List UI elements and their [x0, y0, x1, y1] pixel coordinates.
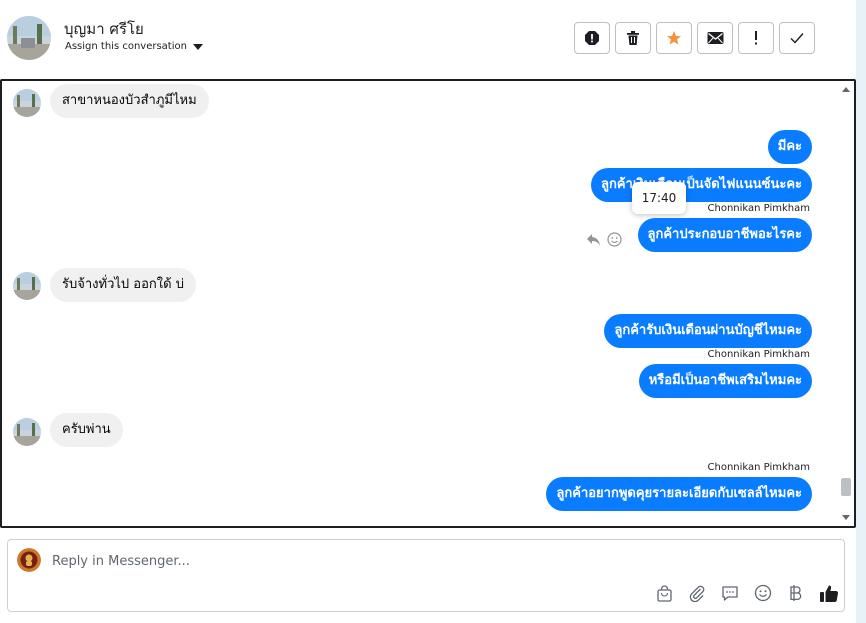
outgoing-message[interactable]: หรือมีเป็นอาชีพเสริมไหมคะ [638, 364, 812, 398]
star-button[interactable] [656, 22, 692, 54]
saved-reply-icon[interactable] [719, 582, 741, 604]
contact-avatar-small [13, 418, 41, 446]
thread-scrollbar[interactable] [838, 81, 854, 526]
assign-conversation-dropdown[interactable]: Assign this conversation [65, 41, 203, 52]
outgoing-message[interactable]: มีคะ [767, 130, 812, 164]
trash-icon [627, 31, 639, 45]
react-emoji-icon[interactable] [607, 232, 622, 247]
outgoing-message[interactable]: ลูกค้าเงินเดือนเป็นจัดไฟแนนซ์นะคะ [591, 168, 812, 202]
page-avatar [17, 548, 41, 572]
exclamation-icon [755, 31, 757, 45]
star-icon [667, 31, 681, 45]
incoming-message[interactable]: สาขาหนองบัวสำภูมีไหม [50, 84, 209, 118]
mark-unread-button[interactable] [697, 22, 733, 54]
incoming-message[interactable]: รับจ้างทั่วไป ออกใด้ บ่ [50, 268, 196, 302]
paperclip-icon[interactable] [686, 582, 708, 604]
outgoing-message[interactable]: ลูกค้าอยากพูดคุยรายละเอียดกับเซลล์ไหมคะ [546, 477, 812, 511]
sender-name: Chonnikan Pimkham [707, 203, 810, 214]
thumbs-up-icon[interactable] [818, 582, 840, 604]
mark-spam-button[interactable] [574, 22, 610, 54]
composer-toolbar [653, 582, 840, 604]
conversation-header: บุญมา ศรีโย Assign this conversation [0, 0, 856, 80]
mark-important-button[interactable] [738, 22, 774, 54]
scroll-up-arrow-icon[interactable] [842, 87, 850, 92]
outgoing-message[interactable]: ลูกค้ารับเงินเดือนผ่านบัญชีไหมคะ [604, 314, 812, 348]
baht-icon[interactable] [785, 582, 807, 604]
caret-down-icon [192, 44, 203, 50]
contact-avatar-small [13, 272, 41, 300]
incoming-message[interactable]: ครับพ่าน [50, 413, 123, 447]
scrollbar-thumb[interactable] [841, 478, 851, 496]
checkmark-icon [790, 33, 804, 44]
message-actions [586, 232, 622, 247]
scroll-down-arrow-icon[interactable] [842, 515, 850, 520]
outgoing-message[interactable]: ลูกค้าประกอบอาชีพอะไรคะ [637, 218, 812, 252]
reply-icon[interactable] [586, 233, 601, 247]
reply-composer [7, 539, 845, 612]
conversation-actions [574, 22, 815, 54]
spam-icon [585, 31, 599, 45]
contact-avatar[interactable] [7, 16, 51, 60]
message-thread[interactable]: สาขาหนองบัวสำภูมีไหม มีคะ ลูกค้าเงินเดือ… [0, 79, 856, 528]
timestamp-tooltip: 17:40 [632, 182, 686, 214]
sender-name: Chonnikan Pimkham [707, 349, 810, 360]
sender-name: Chonnikan Pimkham [707, 462, 810, 473]
contact-avatar-small [13, 89, 41, 117]
envelope-icon [707, 32, 723, 44]
bag-icon[interactable] [653, 582, 675, 604]
delete-button[interactable] [615, 22, 651, 54]
mark-done-button[interactable] [779, 22, 815, 54]
contact-name[interactable]: บุญมา ศรีโย [64, 17, 144, 41]
reply-input[interactable] [52, 550, 752, 572]
assign-label: Assign this conversation [65, 41, 187, 52]
window-edge [856, 0, 866, 623]
emoji-icon[interactable] [752, 582, 774, 604]
